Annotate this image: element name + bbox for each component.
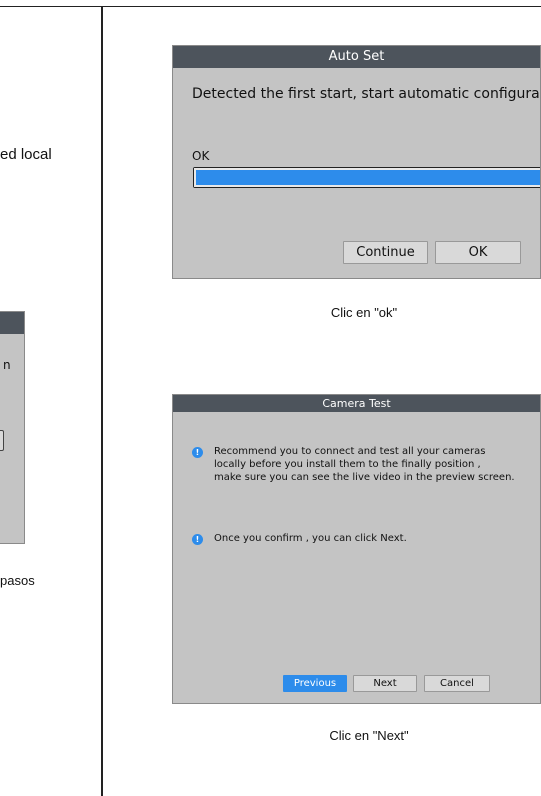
continue-button[interactable]: Continue [343,241,428,264]
partial-dialog-button[interactable] [0,430,4,451]
ok-button[interactable]: OK [435,241,521,264]
left-text-fragment-top: ed local [0,146,52,163]
auto-set-progress-fill [194,168,540,187]
recommendation-line: Recommend you to connect and test all yo… [214,446,486,457]
auto-set-dialog: Auto Set Detected the first start, start… [172,45,541,279]
left-text-fragment-bottom: pasos [0,573,35,588]
top-rule [0,6,541,7]
camera-test-title: Camera Test [173,395,540,412]
recommendation-line: locally before you install them to the f… [214,459,481,470]
partial-dialog-titlebar [0,312,24,334]
auto-set-progress-bar [193,167,540,188]
caption-click-ok: Clic en "ok" [330,305,398,320]
column-divider [101,6,103,796]
info-icon: ! [192,534,203,545]
previous-button[interactable]: Previous [283,675,347,692]
auto-set-message: Detected the first start, start automati… [192,86,540,102]
confirm-note-text: Once you confirm , you can click Next. [214,533,407,544]
auto-set-title: Auto Set [173,46,540,68]
cancel-button[interactable]: Cancel [424,675,490,692]
camera-test-dialog: Camera Test ! Recommend you to connect a… [172,394,541,704]
caption-click-next: Clic en "Next" [329,728,409,743]
recommendation-text: Recommend you to connect and test all yo… [214,445,515,484]
partial-dialog: n [0,311,25,544]
camera-test-confirm-note: ! Once you confirm , you can click Next. [192,532,407,545]
camera-test-recommendation: ! Recommend you to connect and test all … [192,445,515,484]
next-button[interactable]: Next [353,675,417,692]
partial-dialog-text: n [3,358,11,372]
auto-set-status: OK [192,149,210,163]
info-icon: ! [192,447,203,458]
recommendation-line: make sure you can see the live video in … [214,472,515,483]
